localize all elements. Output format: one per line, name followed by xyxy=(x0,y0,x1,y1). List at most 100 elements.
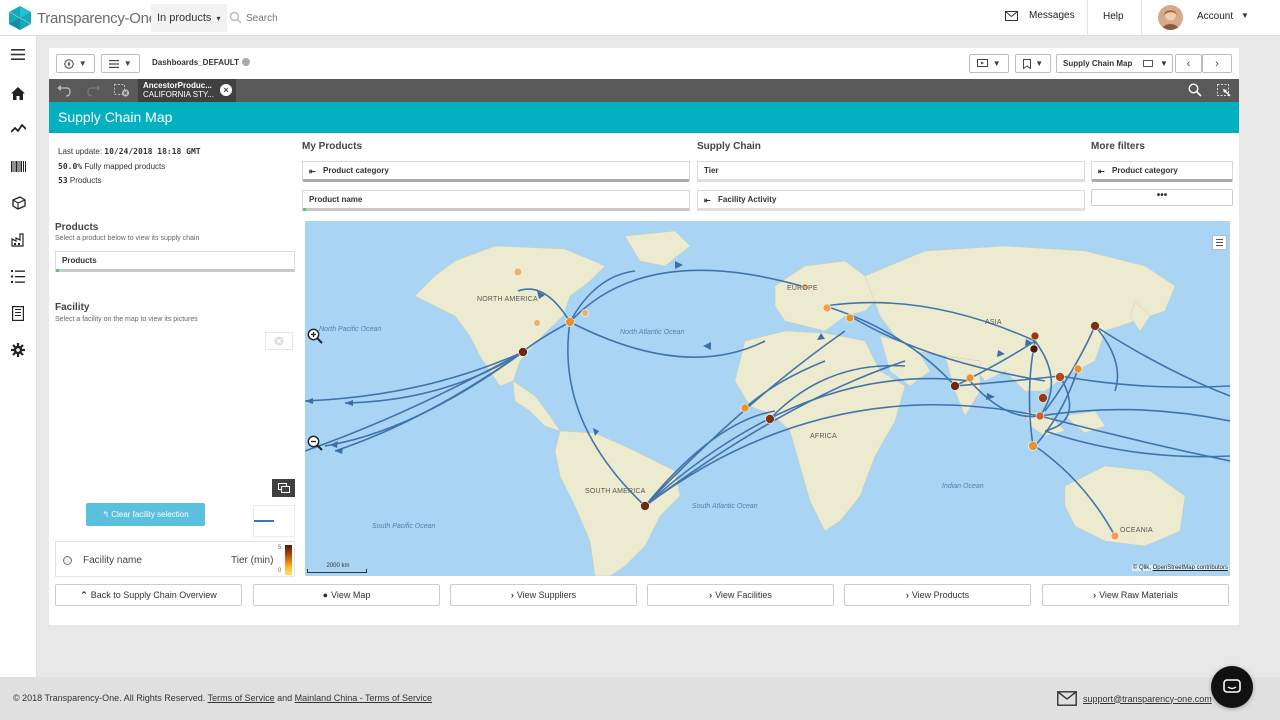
zoom-in-icon[interactable] xyxy=(307,328,323,344)
last-update-value: 10/24/2018 18:18 GMT xyxy=(104,147,201,156)
facility-table: Facility name Tier (min) 5 0 xyxy=(55,541,295,577)
close-circle-icon xyxy=(274,336,284,346)
account-menu[interactable]: Account xyxy=(1197,11,1233,22)
footer-and: and xyxy=(277,693,293,703)
view-products-button[interactable]: › View Products xyxy=(844,584,1031,606)
qlik-toolbar: ▼ ▼ Dashboards_DEFAULT ▼ ▼ Supply Chain … xyxy=(49,48,1239,78)
navigation-menu-button[interactable]: ▼ xyxy=(56,54,95,73)
products-listbox-label: Products xyxy=(62,256,97,265)
checklist-icon[interactable] xyxy=(9,267,27,285)
products-count-value: 53 xyxy=(58,176,68,185)
zoom-out-icon[interactable] xyxy=(307,435,323,451)
last-update-label: Last update: xyxy=(58,147,103,156)
tier-min-header[interactable]: Tier (min) xyxy=(231,555,273,566)
products-subtitle: Select a product below to view its suppl… xyxy=(55,235,200,242)
more-button[interactable]: ••• xyxy=(1091,189,1233,206)
facility-name-header[interactable]: Facility name xyxy=(83,555,142,566)
chevron-left-icon: ‹ xyxy=(1186,57,1191,70)
barcode-icon[interactable] xyxy=(9,157,27,175)
mapped-value: 50.0% xyxy=(58,161,83,171)
bookmark-button[interactable]: ▼ xyxy=(1015,54,1051,73)
supply-chain-map[interactable]: NORTH AMERICA EUROPE ASIA AFRICA SOUTH A… xyxy=(305,221,1230,576)
factory-icon[interactable] xyxy=(9,231,27,249)
avatar[interactable] xyxy=(1158,5,1183,30)
view-raw-materials-button[interactable]: › View Raw Materials xyxy=(1042,584,1229,606)
view-map-label: View Map xyxy=(331,590,371,600)
view-suppliers-label: View Suppliers xyxy=(516,590,577,600)
filter-bar xyxy=(698,179,1084,182)
product-menu-dropdown[interactable]: In products ▾ xyxy=(151,4,227,32)
support-email: support@transparency-one.com xyxy=(1083,693,1212,704)
previous-sheet-button[interactable]: ‹ xyxy=(1175,54,1202,73)
chevron-up-icon: ⌃ xyxy=(80,590,88,600)
sheet-selector[interactable]: Supply Chain Map ▼ xyxy=(1056,54,1173,73)
document-icon[interactable] xyxy=(9,304,27,322)
back-to-overview-button[interactable]: ⌃ Back to Supply Chain Overview xyxy=(55,584,242,606)
undo-icon[interactable] xyxy=(57,84,71,97)
china-terms-link[interactable]: Mainland China - Terms of Service xyxy=(295,693,432,703)
label-africa: AFRICA xyxy=(810,433,837,440)
selections-tool-icon[interactable] xyxy=(1217,84,1231,97)
search-input[interactable] xyxy=(246,10,446,26)
activity-icon[interactable] xyxy=(9,120,27,138)
map-canvas[interactable] xyxy=(305,221,1230,576)
caret-down-icon: ▼ xyxy=(123,59,132,68)
terms-link[interactable]: Terms of Service xyxy=(208,693,275,703)
clear-facility-selection-button[interactable]: ↰ Clear facility selection xyxy=(86,503,205,526)
caret-down-icon: ▼ xyxy=(1035,59,1044,68)
next-sheet-button[interactable]: › xyxy=(1202,54,1232,73)
clear-selections-icon[interactable] xyxy=(114,84,130,97)
view-facilities-button[interactable]: › View Facilities xyxy=(647,584,834,606)
copyright: © 2018 Transparency-One. All Rights Rese… xyxy=(13,693,206,703)
more-product-category-filter[interactable]: ⇤ Product category xyxy=(1091,161,1233,182)
mapped-products: 50.0% Fully mapped products xyxy=(58,160,201,175)
hamburger-menu-icon[interactable] xyxy=(9,45,27,63)
map-menu-icon[interactable] xyxy=(1212,235,1227,250)
home-icon[interactable] xyxy=(9,84,27,102)
search-icon[interactable] xyxy=(1188,83,1202,97)
products-listbox-bar xyxy=(56,269,294,272)
box-icon[interactable] xyxy=(9,194,27,212)
products-listbox[interactable]: Products xyxy=(55,251,295,272)
list-icon xyxy=(109,59,120,68)
help-link[interactable]: Help xyxy=(1103,11,1124,22)
view-map-button[interactable]: ● View Map xyxy=(253,584,440,606)
supply-chain-title: Supply Chain xyxy=(697,141,761,152)
mini-chart xyxy=(253,505,295,537)
clear-facility-image-button[interactable] xyxy=(265,332,293,350)
support-link[interactable]: support@transparency-one.com xyxy=(1057,691,1212,706)
messages-link[interactable]: Messages xyxy=(1005,10,1075,21)
filter-bar xyxy=(698,208,1084,211)
products-count-label: Products xyxy=(69,176,102,185)
facility-radio[interactable] xyxy=(63,556,72,565)
expand-icon[interactable] xyxy=(272,479,295,497)
selections-bar: AncestorProduc... CALIFORNIA STY... × xyxy=(49,79,1239,102)
envelope-icon xyxy=(1057,691,1077,706)
chat-icon[interactable] xyxy=(1211,666,1253,708)
facility-activity-filter[interactable]: ⇤ Facility Activity xyxy=(697,190,1085,211)
product-name-filter[interactable]: Product name xyxy=(302,190,690,211)
map-attribution: © Qlik, OpenStreetMap contributors xyxy=(1131,565,1229,571)
dashboard-name: Dashboards_DEFAULT xyxy=(152,58,250,67)
close-icon[interactable]: × xyxy=(220,84,232,96)
redo-icon[interactable] xyxy=(87,84,101,97)
label-north-pacific-ocean: North Pacific Ocean xyxy=(319,326,382,333)
present-button[interactable]: ▼ xyxy=(969,54,1009,73)
product-category-filter[interactable]: ⇤ Product category xyxy=(302,161,690,182)
label-europe: EUROPE xyxy=(787,285,818,292)
divider xyxy=(1087,0,1088,36)
sheet-selector-label: Supply Chain Map xyxy=(1063,59,1133,68)
global-menu-button[interactable]: ▼ xyxy=(101,54,140,73)
footer: © 2018 Transparency-One. All Rights Rese… xyxy=(0,677,1280,720)
attribution-osm-link[interactable]: OpenStreetMap contributors xyxy=(1153,565,1228,571)
sheet-title: Supply Chain Map xyxy=(58,109,173,125)
left-nav xyxy=(0,36,37,677)
caret-down-icon: ▼ xyxy=(992,59,1001,68)
view-suppliers-button[interactable]: › View Suppliers xyxy=(450,584,637,606)
gear-icon[interactable] xyxy=(9,341,27,359)
tier-label: Tier xyxy=(704,166,719,175)
status-dot-icon xyxy=(241,58,250,66)
last-update: Last update: 10/24/2018 18:18 GMT xyxy=(58,145,201,160)
brand-logo[interactable]: Transparency-One xyxy=(8,6,157,30)
tier-filter[interactable]: Tier xyxy=(697,161,1085,182)
